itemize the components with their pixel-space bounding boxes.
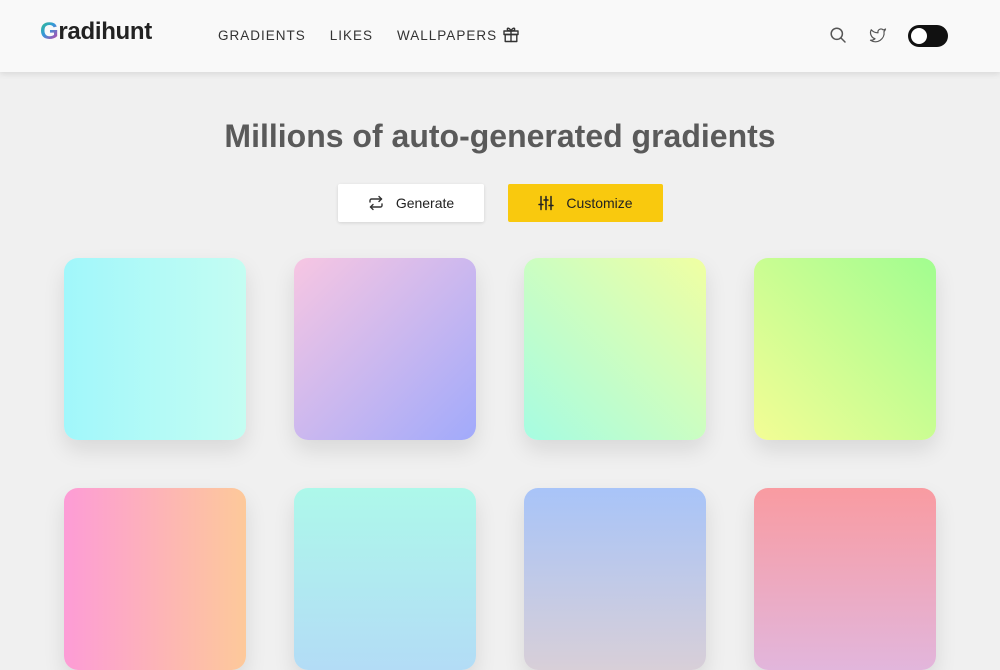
gradient-card[interactable] — [294, 488, 476, 670]
sliders-icon — [538, 195, 555, 211]
gradient-card[interactable] — [524, 488, 706, 670]
gradient-card[interactable] — [524, 258, 706, 440]
nav-gradients[interactable]: GRADIENTS — [218, 28, 306, 43]
gradient-card[interactable] — [64, 258, 246, 440]
nav-likes[interactable]: LIKES — [330, 28, 373, 43]
gradient-card[interactable] — [754, 488, 936, 670]
main-nav: GRADIENTS LIKES WALLPAPERS — [218, 28, 521, 43]
repeat-icon — [369, 195, 383, 211]
customize-button[interactable]: Customize — [508, 184, 663, 222]
gradient-card[interactable] — [64, 488, 246, 670]
logo-text: radihunt — [58, 18, 152, 45]
gradient-card[interactable] — [754, 258, 936, 440]
header: Gradihunt GRADIENTS LIKES WALLPAPERS — [0, 0, 1000, 72]
theme-toggle[interactable] — [908, 25, 948, 47]
customize-label: Customize — [566, 195, 633, 211]
toggle-knob — [911, 28, 927, 44]
search-icon[interactable] — [829, 26, 847, 44]
gradient-card[interactable] — [294, 258, 476, 440]
generate-label: Generate — [395, 195, 455, 211]
logo[interactable]: Gradihunt — [40, 18, 152, 46]
gift-icon[interactable] — [502, 25, 520, 43]
generate-button[interactable]: Generate — [338, 184, 484, 222]
logo-initial: G — [40, 18, 59, 45]
page-title: Millions of auto-generated gradients — [224, 118, 776, 154]
twitter-icon[interactable] — [869, 26, 887, 44]
nav-wallpapers[interactable]: WALLPAPERS — [397, 28, 497, 43]
